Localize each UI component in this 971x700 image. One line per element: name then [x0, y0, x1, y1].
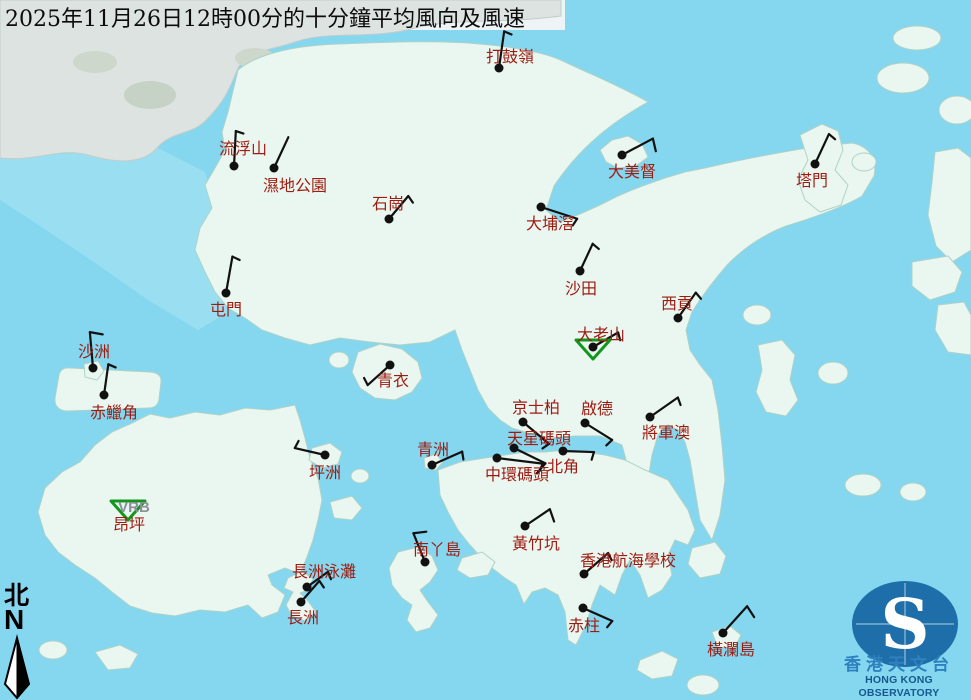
station-label: 青衣 [377, 371, 409, 390]
station-dot [576, 267, 585, 276]
station-dot [89, 364, 98, 373]
station-dot [321, 451, 330, 460]
station-label: 北角 [547, 457, 579, 476]
station-dot [674, 314, 683, 323]
logo-swirl: S [880, 585, 929, 665]
station-dot [618, 151, 627, 160]
station-dot [580, 570, 589, 579]
hko-logo-text: 香港天文台 HONG KONG OBSERVATORY [829, 657, 969, 700]
station-label: 昂坪 [113, 515, 145, 534]
map-title: 2025年11月26日12時00分的十分鐘平均風向及風速 [5, 1, 525, 33]
compass-north-letter: N [4, 608, 40, 632]
station-dot [559, 447, 568, 456]
station-dot [385, 215, 394, 224]
urban-patch [124, 81, 176, 109]
station-label: 將軍澳 [642, 423, 690, 442]
station-label: 南丫島 [413, 540, 461, 559]
station-dot [521, 522, 530, 531]
station-label: 赤柱 [568, 616, 600, 635]
hko-logo-english: HONG KONG OBSERVATORY [829, 674, 969, 700]
hko-logo-chinese: 香港天文台 [829, 657, 969, 674]
station-label: 大埔滘 [526, 214, 574, 233]
station-label: 赤鱲角 [90, 403, 138, 422]
compass: 北 N [2, 584, 40, 632]
vrb-text: VRB [118, 499, 150, 516]
station-label: 屯門 [210, 300, 242, 319]
station-label: 中環碼頭 [485, 465, 549, 484]
map-canvas: 打鼓嶺流浮山濕地公園石崗 大美督 塔門大埔滘沙田西貢大老山 屯門沙洲赤鱲角 青衣青洲坪洲… [0, 0, 971, 700]
islet [939, 96, 971, 124]
station-label: 流浮山 [219, 139, 267, 158]
station-dot [646, 413, 655, 422]
station-dot [270, 164, 279, 173]
station-label: 沙洲 [78, 342, 110, 361]
station-dot [428, 461, 437, 470]
station-label: 京士柏 [512, 398, 560, 417]
station-label: 沙田 [565, 279, 597, 298]
station-dot [297, 598, 306, 607]
wind-staff [563, 451, 594, 452]
islet-kau-yi-chau [351, 469, 369, 483]
station-label: 啟德 [581, 399, 613, 418]
islet [743, 305, 771, 325]
wind-map: 打鼓嶺流浮山濕地公園石崗 大美督 塔門大埔滘沙田西貢大老山 屯門沙洲赤鱲角 青衣青洲坪洲… [0, 0, 971, 700]
islet [852, 153, 876, 171]
station-dot [493, 454, 502, 463]
wind-barb [462, 452, 463, 460]
station-label: 大美督 [608, 162, 656, 181]
station-label: 大老山 [577, 325, 625, 344]
station-label: 石崗 [372, 194, 404, 213]
station-label: 橫瀾島 [707, 640, 755, 659]
station-dot [100, 391, 109, 400]
urban-patch [73, 51, 117, 73]
station-label: 長洲 [287, 608, 319, 627]
station-label: 青洲 [417, 440, 449, 459]
station-label: 坪洲 [309, 463, 341, 482]
station-dot [537, 203, 546, 212]
station-label: 長洲泳灘 [292, 562, 356, 581]
islet [845, 474, 881, 496]
station-dot [811, 160, 820, 169]
islet [893, 26, 941, 50]
islet [900, 483, 926, 501]
station-label: 打鼓嶺 [486, 47, 534, 66]
islet [877, 63, 929, 93]
station-dot [230, 162, 239, 171]
station-dot [579, 604, 588, 613]
station-dot [719, 629, 728, 638]
station-dot [519, 418, 528, 427]
station-dot [581, 419, 590, 428]
station-label: 黃竹坑 [512, 534, 560, 553]
islet [818, 362, 848, 384]
station-label: 香港航海學校 [580, 551, 676, 570]
station-label: 塔門 [796, 171, 828, 190]
station-label: 天星碼頭 [507, 429, 571, 448]
station-dot [386, 361, 395, 370]
islet [687, 675, 719, 695]
islet-ma-wan [329, 352, 349, 368]
islet [39, 641, 67, 659]
station-dot [222, 289, 231, 298]
station-label: 濕地公園 [263, 176, 327, 195]
station-label: 西貢 [661, 294, 693, 313]
